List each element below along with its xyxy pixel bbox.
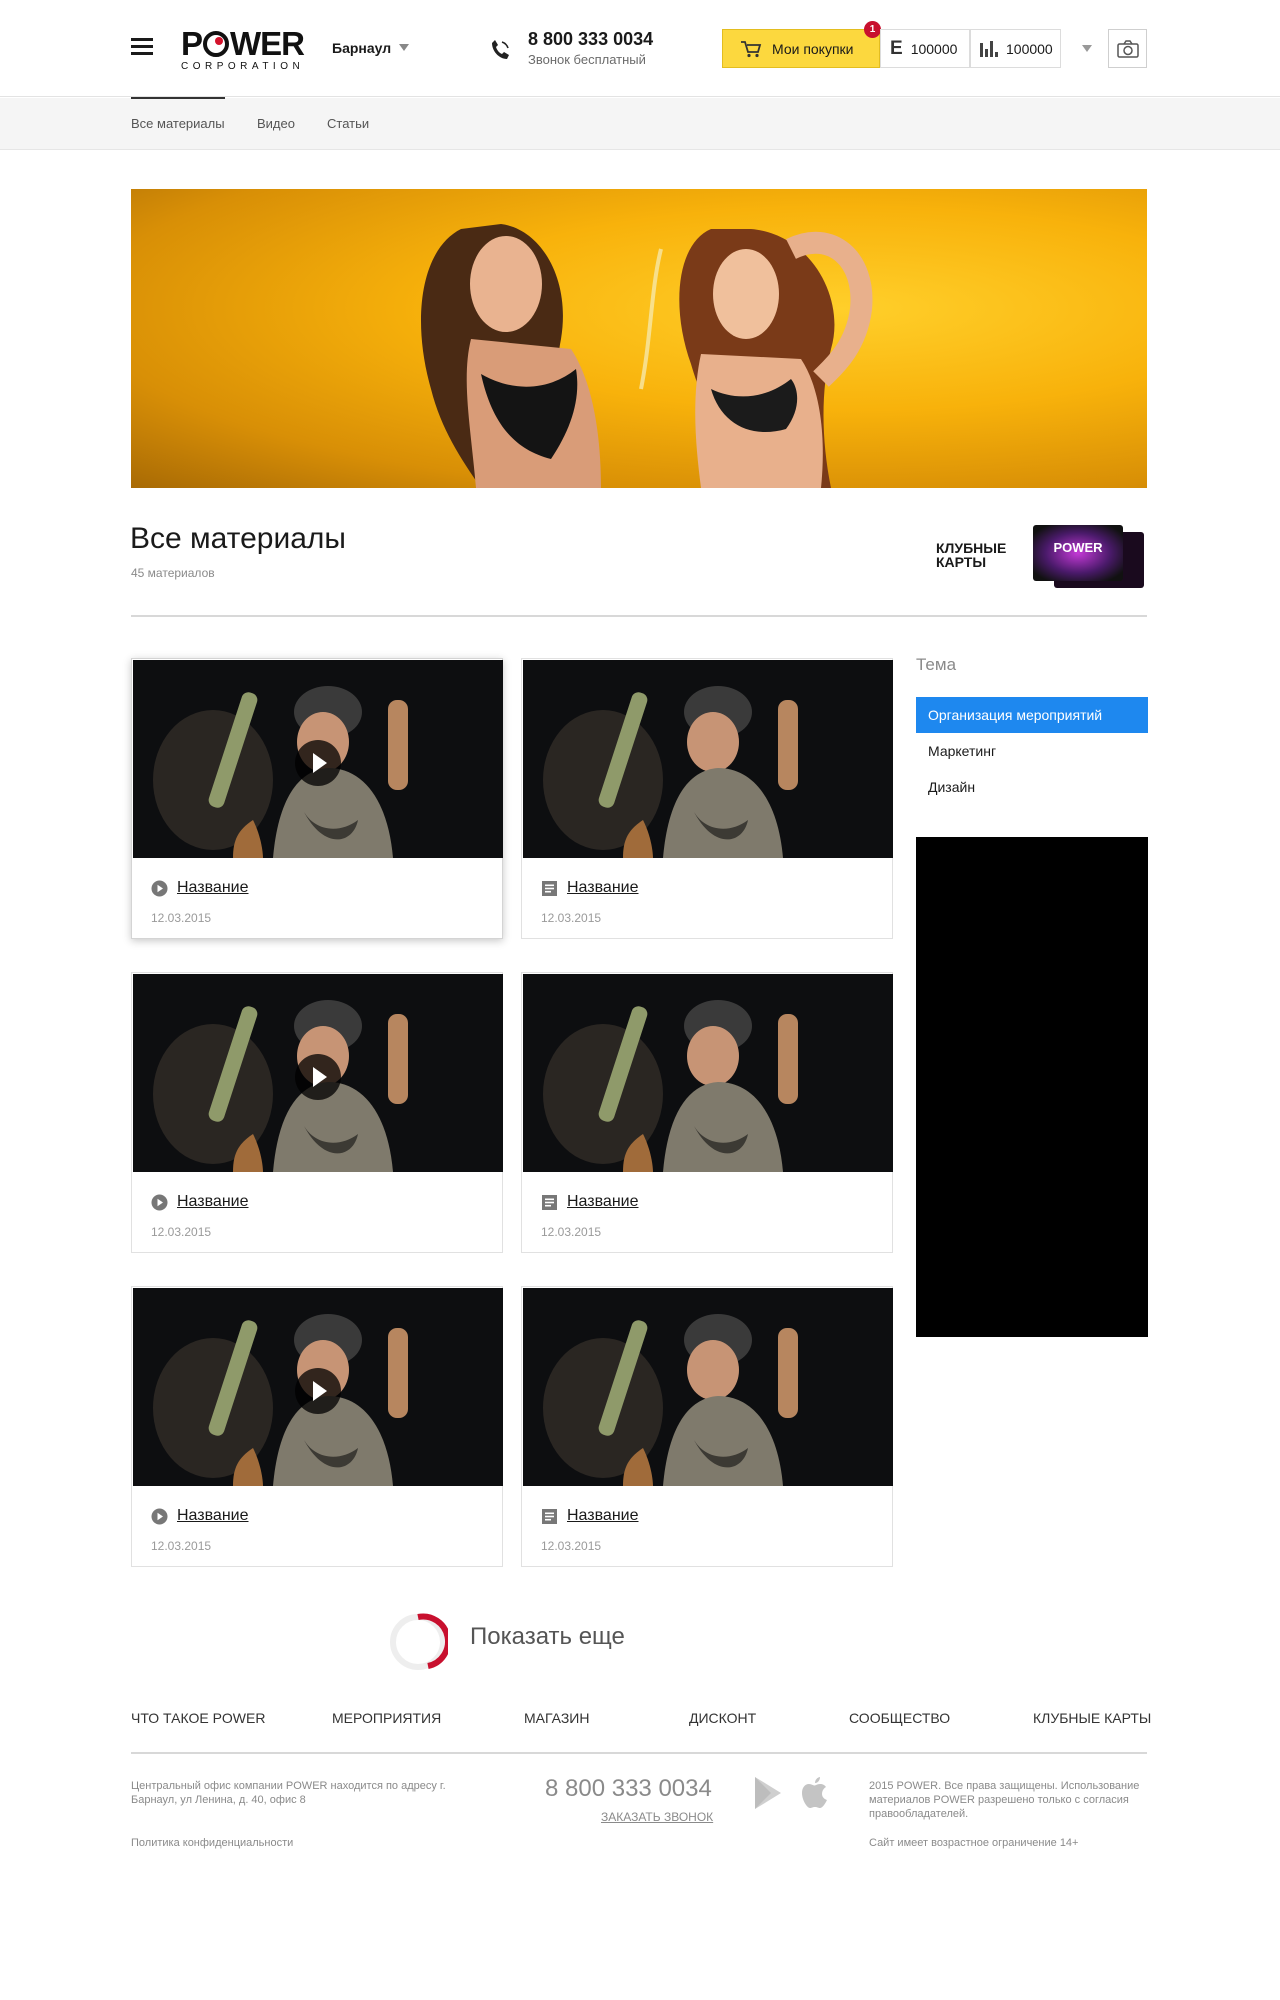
privacy-policy-link[interactable]: Политика конфиденциальности — [131, 1837, 293, 1849]
menu-icon[interactable] — [131, 38, 153, 56]
header-phone-number[interactable]: 8 800 333 0034 — [528, 29, 653, 50]
header-phone-note: Звонок бесплатный — [528, 52, 646, 67]
purchases-count-badge: 1 — [864, 21, 881, 38]
rating-bars-icon — [980, 40, 998, 57]
footer-link-club-cards[interactable]: КЛУБНЫЕ КАРТЫ — [1033, 1710, 1151, 1726]
points-value: 100000 — [910, 40, 958, 57]
power-logo[interactable]: P WER CORPORATION — [181, 25, 305, 72]
material-thumbnail[interactable] — [523, 1288, 893, 1486]
footer-link-about[interactable]: ЧТО ТАКОЕ POWER — [131, 1710, 265, 1726]
account-dropdown-icon[interactable] — [1082, 45, 1092, 52]
footer-phone-number[interactable]: 8 800 333 0034 — [545, 1775, 712, 1803]
footer-link-shop[interactable]: МАГАЗИН — [524, 1710, 589, 1726]
section-divider — [131, 615, 1147, 617]
play-button-icon[interactable] — [295, 1368, 341, 1414]
material-card[interactable]: Название 12.03.2015 — [521, 1286, 893, 1567]
materials-subnav: Все материалы Видео Статьи — [0, 97, 1280, 150]
article-icon — [542, 1509, 557, 1524]
footer-link-community[interactable]: СООБЩЕСТВО — [849, 1710, 950, 1726]
material-card[interactable]: Название 12.03.2015 — [131, 972, 503, 1253]
google-play-icon[interactable] — [752, 1775, 784, 1811]
material-card[interactable]: Название 12.03.2015 — [521, 972, 893, 1253]
material-title-link[interactable]: Название — [177, 879, 249, 897]
play-circle-icon — [151, 1194, 168, 1211]
material-card[interactable]: Название 12.03.2015 — [131, 658, 503, 939]
material-card[interactable]: Название 12.03.2015 — [521, 658, 893, 939]
apple-app-store-icon[interactable] — [800, 1775, 832, 1811]
material-thumbnail[interactable] — [523, 974, 893, 1172]
materials-count: 45 материалов — [131, 566, 215, 580]
material-title-link[interactable]: Название — [567, 1507, 639, 1525]
topic-filter-heading: Тема — [916, 655, 957, 674]
footer-address: Центральный офис компании POWER находитс… — [131, 1780, 446, 1806]
page-title: Все материалы — [130, 522, 346, 555]
topic-item-design[interactable]: Дизайн — [916, 769, 1148, 805]
points-counter[interactable]: E 100000 — [880, 29, 970, 68]
article-icon — [542, 881, 557, 896]
material-date: 12.03.2015 — [151, 1225, 212, 1239]
age-restriction-note: Сайт имеет возрастное ограничение 14+ — [869, 1837, 1079, 1849]
points-icon: E — [890, 37, 903, 59]
play-button-icon[interactable] — [295, 1054, 341, 1100]
material-date: 12.03.2015 — [541, 911, 602, 925]
sidebar-ad-block[interactable] — [916, 837, 1148, 1337]
material-title-link[interactable]: Название — [567, 1193, 639, 1211]
cart-icon — [741, 40, 762, 57]
chevron-down-icon — [399, 44, 410, 51]
footer-link-events[interactable]: МЕРОПРИЯТИЯ — [332, 1710, 441, 1726]
camera-icon — [1116, 39, 1139, 58]
banner-photo — [421, 224, 873, 488]
rating-counter[interactable]: 100000 — [970, 29, 1061, 68]
play-circle-icon — [151, 880, 168, 897]
logo-wordmark: P WER — [181, 25, 305, 62]
material-date: 12.03.2015 — [541, 1225, 602, 1239]
city-selector[interactable]: Барнаул — [332, 40, 410, 56]
material-date: 12.03.2015 — [151, 911, 212, 925]
material-title-link[interactable]: Название — [567, 879, 639, 897]
footer-divider — [131, 1752, 1147, 1754]
material-thumbnail[interactable] — [133, 1288, 503, 1486]
material-date: 12.03.2015 — [541, 1539, 602, 1553]
tab-video[interactable]: Видео — [257, 98, 295, 150]
footer-copyright: 2015 POWER. Все права защищены. Использо… — [869, 1780, 1140, 1820]
footer-link-discount[interactable]: ДИСКОНТ — [689, 1710, 756, 1726]
tab-articles[interactable]: Статьи — [327, 98, 369, 150]
material-card[interactable]: Название 12.03.2015 — [131, 1286, 503, 1567]
article-icon — [542, 1195, 557, 1210]
camera-button[interactable] — [1108, 29, 1147, 68]
logo-subtitle: CORPORATION — [181, 61, 305, 72]
club-card-logo: POWER — [1053, 540, 1103, 555]
material-title-link[interactable]: Название — [177, 1193, 249, 1211]
show-more-button[interactable]: Показать еще — [470, 1623, 625, 1651]
material-title-link[interactable]: Название — [177, 1507, 249, 1525]
site-header: P WER CORPORATION Барнаул 8 800 333 0034 … — [0, 0, 1280, 97]
material-thumbnail[interactable] — [523, 660, 893, 858]
play-circle-icon — [151, 1508, 168, 1525]
phone-icon — [492, 40, 509, 59]
my-purchases-label: Мои покупки — [772, 40, 854, 57]
material-thumbnail[interactable] — [133, 660, 503, 858]
loading-spinner-icon — [390, 1613, 448, 1670]
material-thumbnail[interactable] — [133, 974, 503, 1172]
topic-item-events[interactable]: Организация мероприятий — [916, 697, 1148, 733]
play-button-icon[interactable] — [295, 740, 341, 786]
topic-item-marketing[interactable]: Маркетинг — [916, 733, 1148, 769]
promo-banner[interactable] — [131, 189, 1147, 488]
request-call-link[interactable]: ЗАКАЗАТЬ ЗВОНОК — [601, 1810, 713, 1824]
rating-value: 100000 — [1006, 40, 1053, 57]
tab-all-materials[interactable]: Все материалы — [131, 97, 225, 150]
my-purchases-button[interactable]: Мои покупки 1 — [722, 21, 881, 68]
material-date: 12.03.2015 — [151, 1539, 212, 1553]
club-cards-link[interactable]: КЛУБНЫЕ КАРТЫ — [936, 541, 1026, 569]
club-cards-image[interactable]: POWER — [1032, 524, 1147, 592]
